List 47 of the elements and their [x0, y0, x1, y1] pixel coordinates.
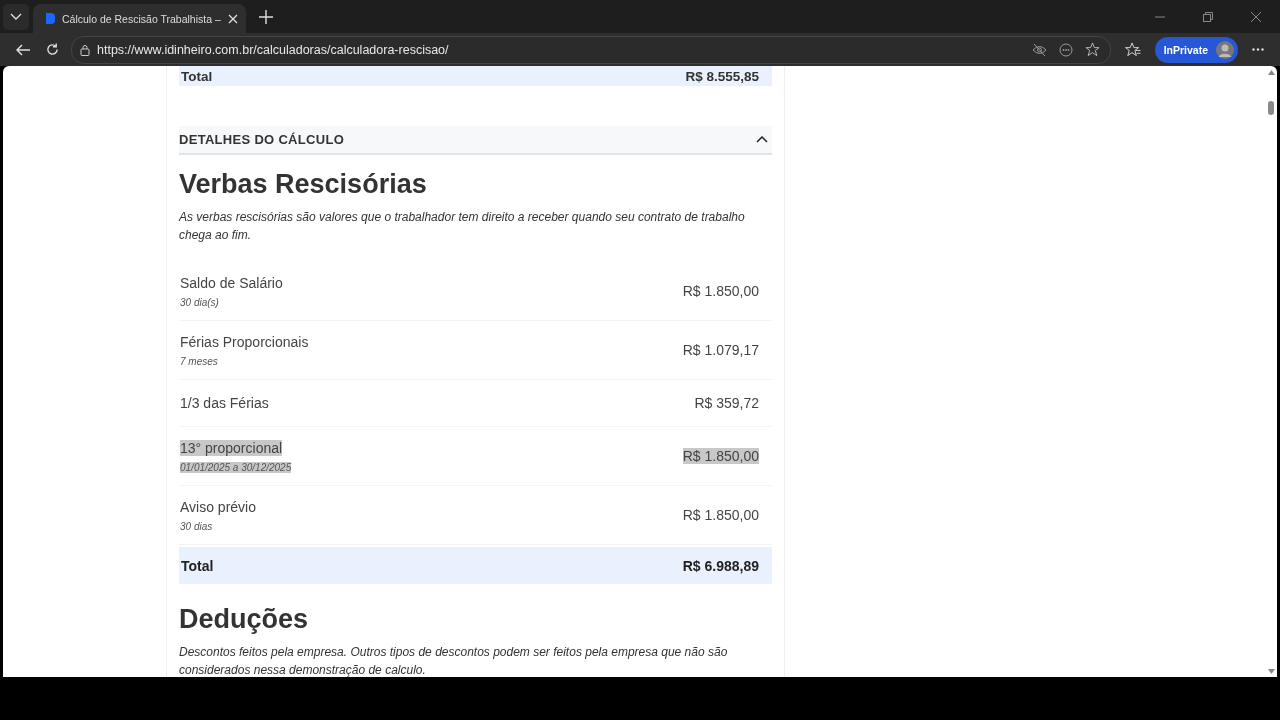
- reload-icon[interactable]: [46, 43, 59, 56]
- section-heading: Deduções: [179, 604, 310, 635]
- more-icon[interactable]: [1252, 48, 1264, 51]
- eye-slash-icon[interactable]: [1031, 43, 1047, 56]
- item-detail: 01/01/2025 a 30/12/2025: [180, 461, 292, 473]
- avatar-icon: [1216, 40, 1234, 59]
- scroll-down-icon[interactable]: [1267, 669, 1275, 674]
- more-circle-icon[interactable]: [1058, 42, 1073, 57]
- total-label: Total: [181, 68, 213, 84]
- tab-list-button[interactable]: [3, 3, 29, 30]
- back-icon[interactable]: [16, 43, 30, 56]
- item-label: 1/3 das Férias: [180, 395, 269, 411]
- item-label: 13° proporcional: [180, 439, 283, 456]
- chevron-down-icon: [10, 12, 22, 21]
- restore-icon[interactable]: [1203, 11, 1213, 22]
- item-detail: 30 dia(s): [180, 296, 219, 308]
- accordion-header[interactable]: DETALHES DO CÁLCULO: [179, 126, 772, 155]
- section-heading: Verbas Rescisórias: [179, 169, 428, 200]
- item-value: R$ 1.850,00: [682, 507, 759, 523]
- section-description: As verbas rescisórias são valores que o trabalhador tem direito a receber quando seu contrato de trabalho chega ao fim.: [179, 209, 746, 244]
- item-label: Férias Proporcionais: [180, 333, 309, 350]
- new-tab-icon[interactable]: [258, 9, 273, 24]
- lock-icon: [80, 43, 90, 56]
- favorites-icon[interactable]: [1124, 42, 1141, 57]
- accordion-title: DETALHES DO CÁLCULO: [179, 132, 345, 147]
- total-value: R$ 6.988,89: [682, 557, 759, 574]
- item-detail: 7 meses: [180, 355, 218, 367]
- address-bar[interactable]: https://www.idinheiro.com.br/calculadoras/calculadora-rescisao/: [71, 35, 1111, 64]
- browser-tab[interactable]: Cálculo de Rescisão Trabalhista –: [33, 4, 246, 33]
- item-label: Aviso prévio: [180, 498, 256, 515]
- section-description: Descontos feitos pela empresa. Outros tipos de descontos podem ser feitos pela empresa que não são considerados nessa demonstração de calculo.: [179, 644, 729, 677]
- page-icon: [45, 13, 55, 24]
- item-value: R$ 1.079,17: [682, 342, 759, 358]
- url-text: https://www.idinheiro.com.br/calculadoras/calculadora-rescisao/: [97, 42, 449, 57]
- item-value: R$ 1.850,00: [682, 283, 759, 299]
- total-label: Total: [181, 557, 214, 574]
- item-value: R$ 359,72: [694, 395, 759, 411]
- scroll-thumb[interactable]: [1268, 101, 1274, 115]
- item-detail: 30 dias: [180, 520, 213, 532]
- item-value: R$ 1.850,00: [682, 448, 759, 464]
- tab-title: Cálculo de Rescisão Trabalhista –: [62, 12, 221, 25]
- close-icon[interactable]: [1251, 11, 1261, 22]
- star-icon[interactable]: [1084, 42, 1100, 57]
- inprivate-button[interactable]: InPrivate: [1154, 36, 1238, 63]
- item-label: Saldo de Salário: [180, 274, 283, 291]
- total-value: R$ 8.555,85: [685, 68, 759, 84]
- scroll-up-icon[interactable]: [1267, 70, 1275, 75]
